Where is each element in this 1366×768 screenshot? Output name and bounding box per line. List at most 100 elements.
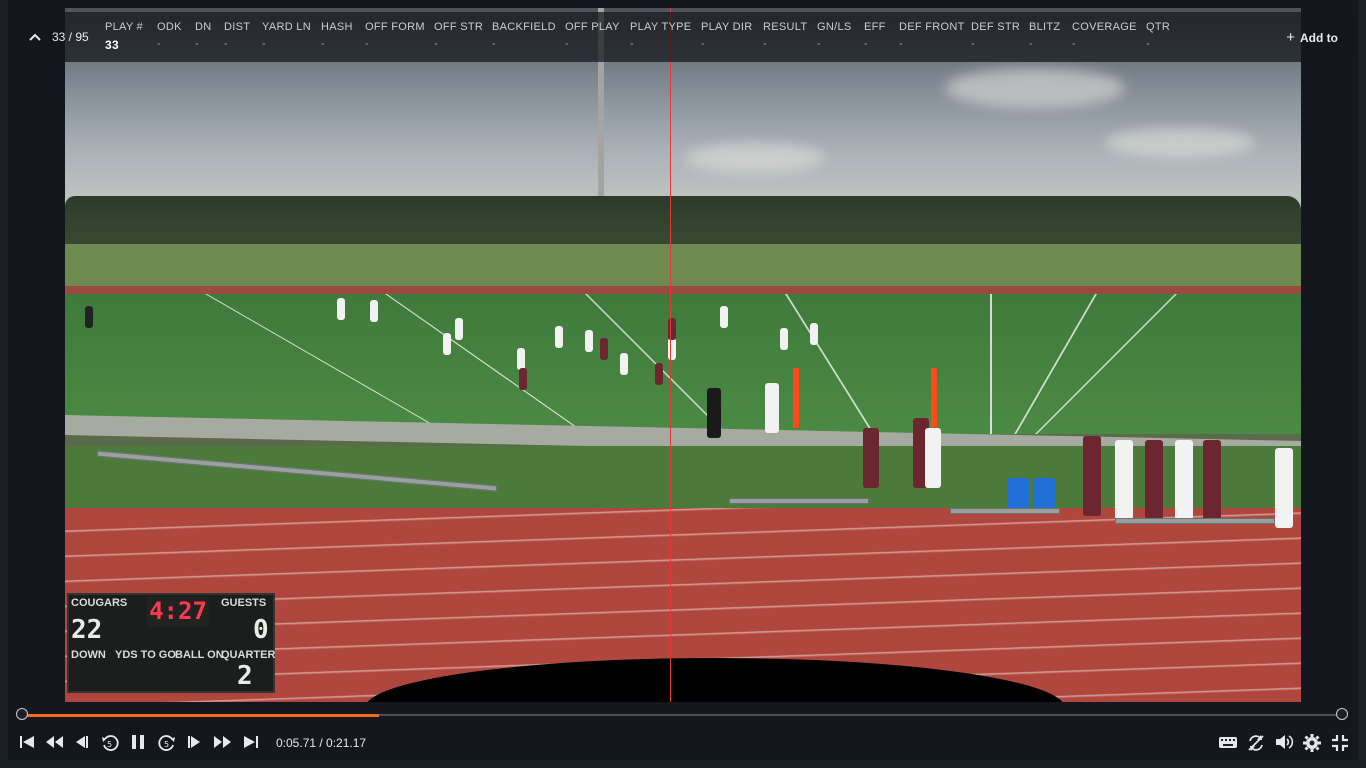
svg-text:5: 5 — [107, 740, 112, 749]
tag-field-value: - — [434, 38, 438, 50]
chain-marker — [931, 368, 937, 428]
tag-field-play[interactable]: PLAY # 33 — [105, 21, 143, 52]
forward-5-icon[interactable]: 5 — [157, 733, 177, 753]
sideline-player — [1083, 436, 1101, 516]
rewind-icon[interactable] — [44, 733, 64, 751]
volume-icon[interactable] — [1274, 733, 1294, 751]
tag-field-value: - — [321, 38, 325, 50]
tag-field-label: DIST — [224, 21, 251, 33]
tag-field-dist[interactable]: DIST - — [224, 21, 250, 50]
tag-field-def-front[interactable]: DEF FRONT - — [899, 21, 965, 50]
pause-icon[interactable] — [130, 733, 146, 751]
tag-field-off-play[interactable]: OFF PLAY - — [565, 21, 620, 50]
add-to-button[interactable]: + Add to — [1286, 29, 1338, 46]
down-label: DOWN — [71, 649, 106, 661]
tag-field-off-str[interactable]: OFF STR - — [434, 21, 483, 50]
replay-5-icon[interactable]: 5 — [100, 733, 120, 753]
football-field — [65, 294, 1301, 434]
tag-field-label: ODK — [157, 21, 182, 33]
tag-field-label: RESULT — [763, 21, 808, 33]
tag-field-value: - — [864, 38, 868, 50]
video-frame[interactable]: COUGARS GUESTS 4:27 22 0 DOWN YDS TO GO … — [65, 8, 1301, 702]
tag-field-dn[interactable]: DN - — [195, 21, 212, 50]
tag-field-label: DEF STR — [971, 21, 1021, 33]
timeline-progress — [22, 714, 379, 717]
tag-field-hash[interactable]: HASH - — [321, 21, 353, 50]
sideline-player — [1275, 448, 1293, 528]
previous-frame-icon[interactable] — [72, 733, 90, 751]
next-frame-icon[interactable] — [186, 733, 204, 751]
svg-text:5: 5 — [164, 740, 169, 749]
bench — [1115, 518, 1275, 524]
referee — [85, 306, 93, 328]
player — [337, 298, 345, 320]
tag-field-def-str[interactable]: DEF STR - — [971, 21, 1020, 50]
play-counter: 33 / 95 — [52, 30, 89, 44]
tag-field-label: QTR — [1146, 21, 1171, 33]
tag-field-value: 33 — [105, 38, 119, 52]
quarter-label: QUARTER — [221, 649, 276, 661]
keyboard-icon[interactable] — [1218, 733, 1238, 751]
ball-on-label: BALL ON — [175, 649, 224, 661]
player — [519, 368, 527, 390]
tag-field-value: - — [565, 38, 569, 50]
home-score: 22 — [71, 615, 103, 645]
tag-field-yard-ln[interactable]: YARD LN - — [262, 21, 311, 50]
tag-field-odk[interactable]: ODK - — [157, 21, 182, 50]
chain-marker — [793, 368, 799, 428]
tag-field-off-form[interactable]: OFF FORM - — [365, 21, 425, 50]
playback-controls: 5 5 0:05.71 / 0:21.17 — [0, 730, 1366, 756]
tag-field-qtr[interactable]: QTR - — [1146, 21, 1170, 50]
timeline-end-handle[interactable] — [1336, 708, 1348, 720]
tag-field-value: - — [899, 38, 903, 50]
chevron-up-icon[interactable] — [28, 28, 42, 49]
bench — [729, 498, 869, 504]
tag-field-play-dir[interactable]: PLAY DIR - — [701, 21, 753, 50]
tag-field-label: EFF — [864, 21, 886, 33]
skip-to-end-icon[interactable] — [242, 733, 260, 751]
player — [780, 328, 788, 350]
player — [455, 318, 463, 340]
sideline-player — [1115, 440, 1133, 520]
tag-field-backfield[interactable]: BACKFIELD - — [492, 21, 556, 50]
tag-field-value: - — [971, 38, 975, 50]
loop-off-icon[interactable] — [1246, 733, 1266, 753]
tag-field-label: PLAY TYPE — [630, 21, 692, 33]
player — [443, 333, 451, 355]
referee — [707, 388, 721, 438]
fast-forward-icon[interactable] — [213, 733, 233, 751]
player — [600, 338, 608, 360]
water-cooler — [1033, 478, 1055, 508]
tag-field-blitz[interactable]: BLITZ - — [1029, 21, 1060, 50]
sideline-player — [925, 428, 941, 488]
tag-field-value: - — [195, 38, 199, 50]
timeline-track[interactable] — [22, 714, 1344, 717]
tag-field-value: - — [224, 38, 228, 50]
tag-field-label: BLITZ — [1029, 21, 1061, 33]
tag-field-value: - — [157, 38, 161, 50]
tag-field-value: - — [1072, 38, 1076, 50]
timeline-start-handle[interactable] — [16, 708, 28, 720]
gear-icon[interactable] — [1302, 733, 1322, 753]
tag-field-play-type[interactable]: PLAY TYPE - — [630, 21, 691, 50]
tag-field-eff[interactable]: EFF - — [864, 21, 886, 50]
cloud — [685, 143, 825, 173]
exit-fullscreen-icon[interactable] — [1330, 733, 1350, 753]
sideline-player — [863, 428, 879, 488]
guest-score: 0 — [253, 615, 269, 645]
player — [555, 326, 563, 348]
plus-icon: + — [1286, 29, 1295, 46]
tag-field-gn-ls[interactable]: GN/LS - — [817, 21, 852, 50]
cloud — [1105, 128, 1255, 158]
skip-to-start-icon[interactable] — [18, 733, 36, 751]
yds-to-go-label: YDS TO GO — [115, 649, 176, 661]
tag-field-value: - — [1029, 38, 1033, 50]
tag-field-value: - — [1146, 38, 1150, 50]
tag-field-label: OFF PLAY — [565, 21, 620, 33]
tag-field-result[interactable]: RESULT - — [763, 21, 807, 50]
tag-field-coverage[interactable]: COVERAGE - — [1072, 21, 1137, 50]
playhead-line — [670, 8, 671, 702]
yard-line — [990, 294, 992, 434]
tag-field-value: - — [701, 38, 705, 50]
player — [655, 363, 663, 385]
